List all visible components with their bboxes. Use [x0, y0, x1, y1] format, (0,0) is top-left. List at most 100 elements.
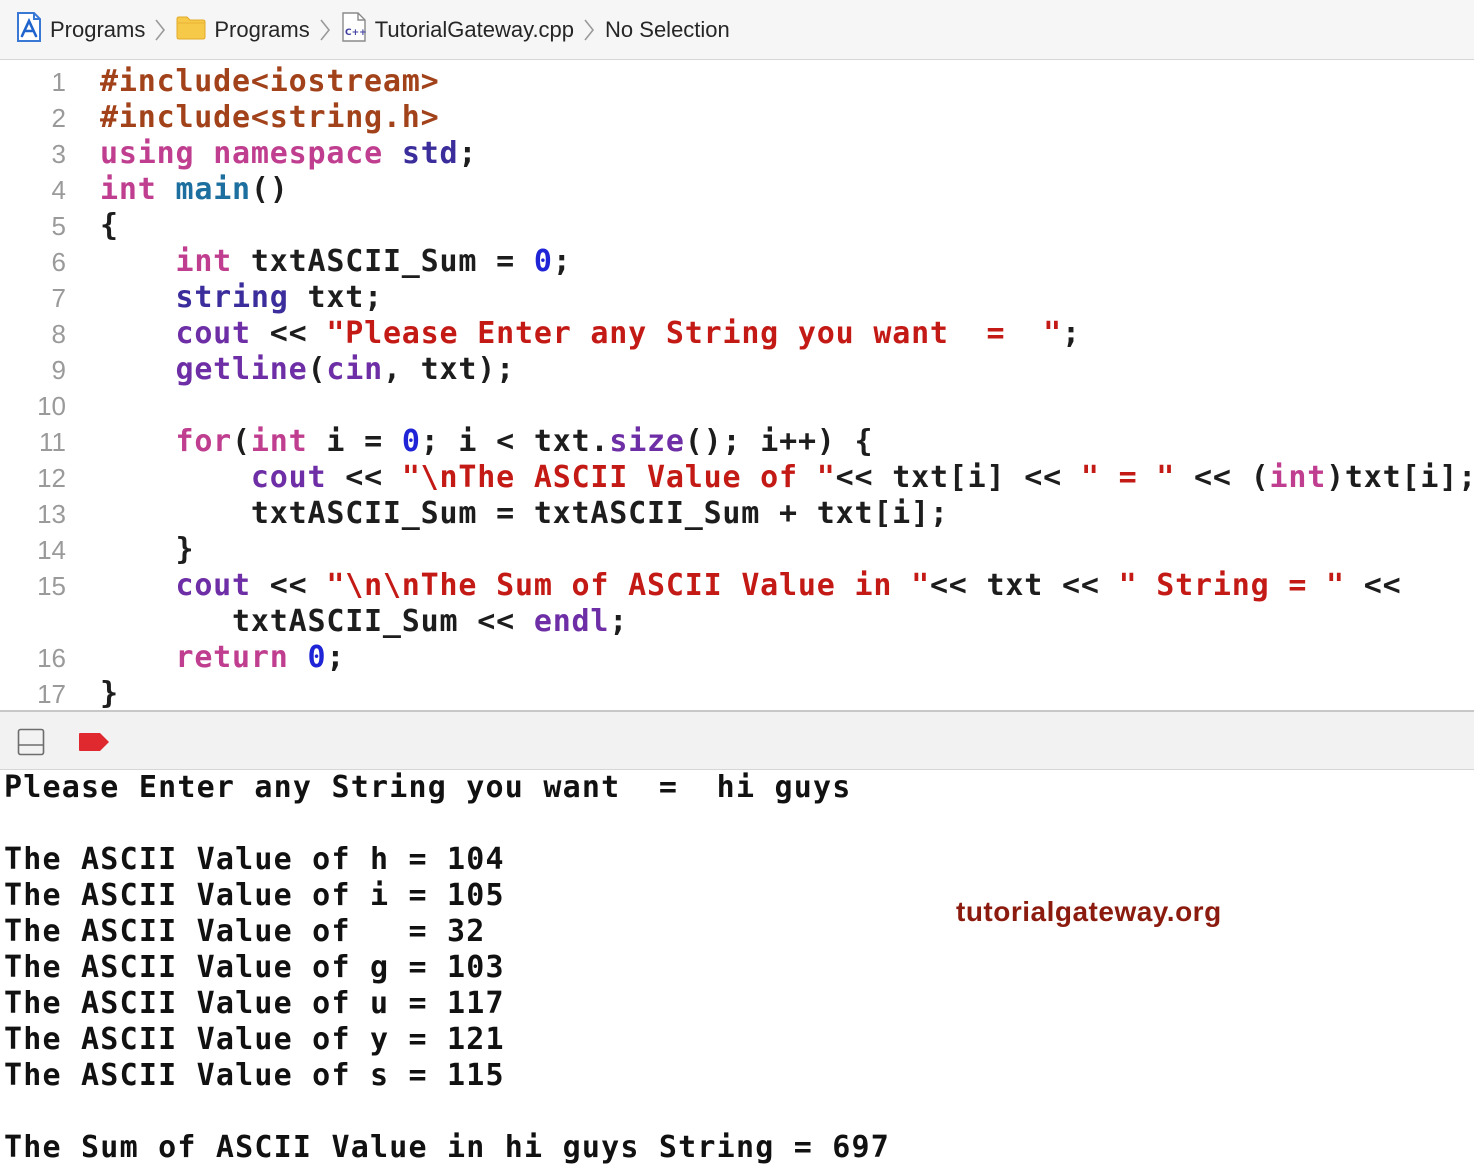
line-number[interactable]: 15	[0, 568, 66, 604]
console-line: The ASCII Value of i = 105	[4, 878, 505, 913]
breadcrumb-selection[interactable]: No Selection	[605, 17, 730, 43]
code-text: {	[100, 208, 119, 244]
code-line[interactable]: 11 for(int i = 0; i < txt.size(); i++) {	[0, 424, 1474, 460]
code-token: }	[100, 532, 195, 567]
line-number[interactable]: 2	[0, 100, 66, 136]
code-text: int txtASCII_Sum = 0;	[100, 244, 572, 280]
line-number[interactable]: 5	[0, 208, 66, 244]
code-line[interactable]: 17}	[0, 676, 1474, 710]
line-number[interactable]: 7	[0, 280, 66, 316]
code-line[interactable]: 15 cout << "\n\nThe Sum of ASCII Value i…	[0, 568, 1474, 604]
code-token: (); i++) {	[684, 424, 874, 459]
code-token: int	[1269, 460, 1327, 495]
code-line[interactable]: 12 cout << "\nThe ASCII Value of "<< txt…	[0, 460, 1474, 496]
code-text: }	[100, 532, 194, 568]
chevron-right-icon	[584, 19, 595, 40]
code-line[interactable]: txtASCII_Sum << endl;	[0, 604, 1474, 640]
code-token: int	[250, 424, 308, 459]
source-editor[interactable]: 1 #include<iostream> 2 #include<string.h> 3 u…	[0, 60, 1474, 710]
code-line[interactable]: 10	[0, 388, 1474, 424]
code-token: main	[175, 172, 251, 207]
code-token: #include<iostream>	[100, 64, 440, 99]
code-token: int	[175, 244, 233, 279]
console-line: The ASCII Value of g = 103	[4, 950, 505, 985]
code-line[interactable]: 1 #include<iostream>	[0, 64, 1474, 100]
code-token: ;	[1061, 316, 1081, 351]
code-text: #include<string.h>	[100, 100, 440, 136]
code-line[interactable]: 9 getline(cin, txt);	[0, 352, 1474, 388]
debug-bar	[0, 710, 1474, 770]
code-text: cout << "\nThe ASCII Value of "<< txt[i]…	[100, 460, 1474, 496]
code-token: txt;	[288, 280, 383, 315]
code-token: int	[100, 172, 157, 207]
line-number[interactable]: 1	[0, 64, 66, 100]
code-token: ;	[458, 136, 478, 171]
code-token: , txt);	[382, 352, 515, 387]
code-token: using	[100, 136, 195, 171]
console-output[interactable]: tutorialgateway.org Please Enter any Str…	[0, 770, 1474, 1170]
code-token: <<	[326, 460, 402, 495]
line-number[interactable]: 12	[0, 460, 66, 496]
chevron-right-icon	[155, 19, 166, 40]
code-token: (	[232, 424, 251, 459]
line-number[interactable]: 9	[0, 352, 66, 388]
console-line: The ASCII Value of s = 115	[4, 1058, 505, 1093]
code-line[interactable]: 16 return 0;	[0, 640, 1474, 676]
code-token: << txt <<	[929, 568, 1119, 603]
breadcrumb-folder[interactable]: Programs	[176, 14, 310, 46]
code-line[interactable]: 2 #include<string.h>	[0, 100, 1474, 136]
code-token: for	[175, 424, 233, 459]
breakpoint-toggle-icon[interactable]	[78, 732, 110, 756]
code-line[interactable]: 4 int main()	[0, 172, 1474, 208]
line-number[interactable]: 8	[0, 316, 66, 352]
code-line[interactable]: 14 }	[0, 532, 1474, 568]
watermark-text: tutorialgateway.org	[956, 896, 1222, 927]
code-token: "\n\nThe Sum of ASCII Value in "	[326, 568, 930, 603]
code-text: txtASCII_Sum = txtASCII_Sum + txt[i];	[100, 496, 949, 532]
line-number[interactable]: 17	[0, 676, 66, 710]
code-text: #include<iostream>	[100, 64, 440, 100]
cpp-badge: C++	[345, 28, 367, 38]
breadcrumb-project[interactable]: Programs	[16, 11, 146, 48]
code-line[interactable]: 6 int txtASCII_Sum = 0;	[0, 244, 1474, 280]
breadcrumb-selection-label: No Selection	[605, 16, 730, 42]
breadcrumb-project-label: Programs	[50, 16, 146, 42]
code-line[interactable]: 7 string txt;	[0, 280, 1474, 316]
code-line[interactable]: 8 cout << "Please Enter any String you w…	[0, 316, 1474, 352]
line-number[interactable]: 13	[0, 496, 66, 532]
line-number[interactable]: 6	[0, 244, 66, 280]
code-token: <<	[250, 316, 327, 351]
code-token: " String = "	[1118, 568, 1345, 603]
hide-debug-area-icon[interactable]	[17, 728, 45, 760]
code-line[interactable]: 3 using namespace std;	[0, 136, 1474, 172]
code-token: (	[307, 352, 327, 387]
code-text: txtASCII_Sum << endl;	[100, 604, 628, 640]
console-line: Please Enter any String you want = hi gu…	[4, 770, 852, 805]
console-line: The ASCII Value of u = 117	[4, 986, 505, 1021]
code-line[interactable]: 5{	[0, 208, 1474, 244]
line-number[interactable]: 3	[0, 136, 66, 172]
code-line[interactable]: 13 txtASCII_Sum = txtASCII_Sum + txt[i];	[0, 496, 1474, 532]
code-text: cout << "Please Enter any String you wan…	[100, 316, 1081, 352]
xcode-project-icon	[16, 11, 42, 48]
code-token: getline	[175, 352, 308, 387]
code-token: }	[100, 676, 119, 710]
breadcrumb-file[interactable]: C++ TutorialGateway.cpp	[341, 11, 574, 48]
line-number[interactable]: 11	[0, 424, 66, 460]
code-token: <<	[1344, 568, 1402, 603]
code-text: string txt;	[100, 280, 383, 316]
line-number[interactable]: 14	[0, 532, 66, 568]
line-number[interactable]: 4	[0, 172, 66, 208]
code-text: getline(cin, txt);	[100, 352, 515, 388]
code-token: << (	[1175, 460, 1270, 495]
line-number[interactable]: 16	[0, 640, 66, 676]
line-number[interactable]: 10	[0, 388, 66, 424]
code-token: namespace	[213, 136, 383, 171]
